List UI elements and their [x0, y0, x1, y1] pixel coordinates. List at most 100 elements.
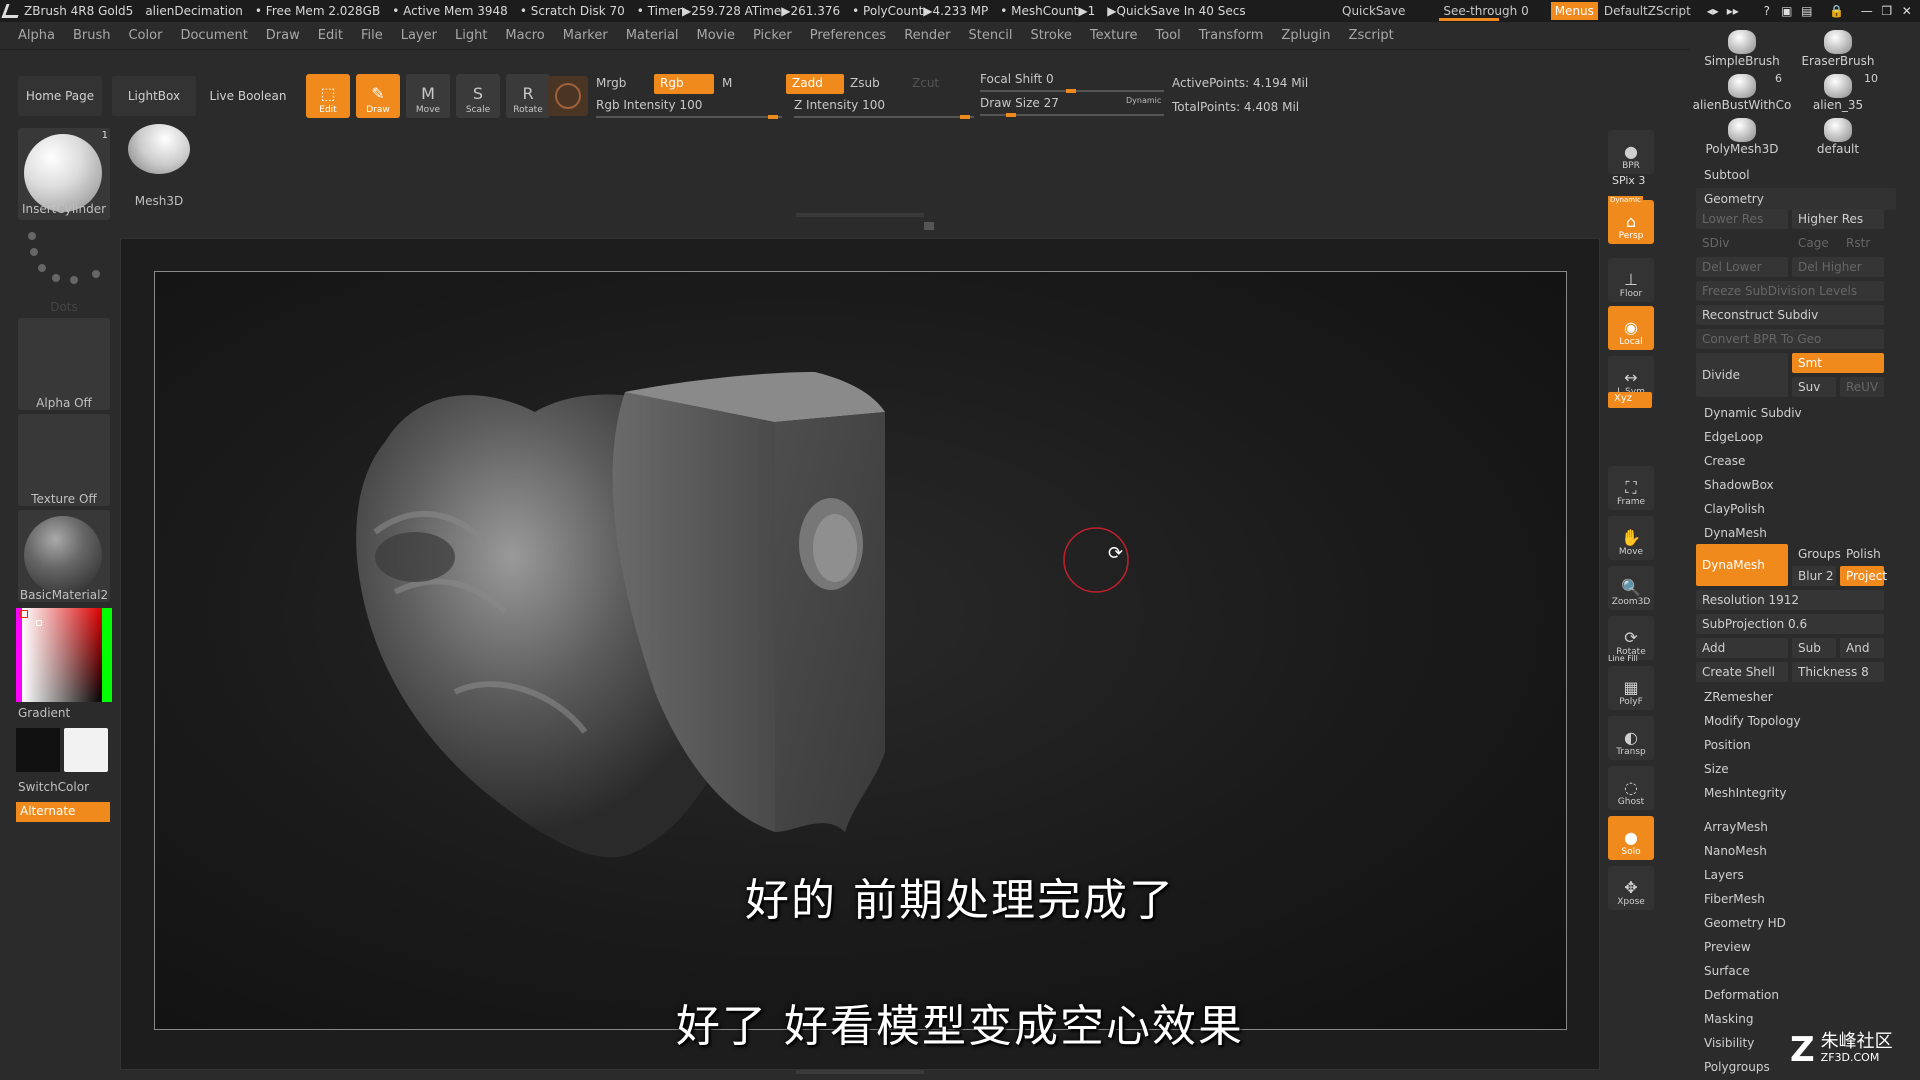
- subtool-thumbnail-2[interactable]: alienBustWithCo 6: [1693, 68, 1792, 112]
- add-button[interactable]: Add: [1696, 638, 1788, 658]
- menu-texture[interactable]: Texture: [1090, 28, 1138, 43]
- section-geometryhd[interactable]: Geometry HD: [1696, 912, 1896, 934]
- top-scroll-knob[interactable]: [924, 222, 934, 230]
- section-layers[interactable]: Layers: [1696, 864, 1896, 886]
- ghost-button[interactable]: ◌ Ghost: [1608, 766, 1654, 810]
- top-scroll-handle[interactable]: [796, 213, 924, 217]
- color-swatch-marker[interactable]: [20, 610, 28, 618]
- move-mode-button[interactable]: M Move: [406, 74, 450, 118]
- suv-toggle[interactable]: Suv: [1792, 377, 1836, 397]
- menu-tool[interactable]: Tool: [1155, 28, 1180, 43]
- size-section[interactable]: Size: [1696, 758, 1896, 780]
- menu-macro[interactable]: Macro: [505, 28, 544, 43]
- meshintegrity-section[interactable]: MeshIntegrity: [1696, 782, 1896, 804]
- del-higher-button[interactable]: Del Higher: [1792, 257, 1884, 277]
- menu-edit[interactable]: Edit: [318, 28, 343, 43]
- cage-button[interactable]: Cage: [1792, 233, 1836, 253]
- groups-toggle[interactable]: Groups: [1792, 544, 1841, 564]
- menu-draw[interactable]: Draw: [266, 28, 300, 43]
- z-intensity-slider[interactable]: Z Intensity 100: [794, 98, 885, 112]
- section-nanomesh[interactable]: NanoMesh: [1696, 840, 1896, 862]
- menu-preferences[interactable]: Preferences: [810, 28, 886, 43]
- layout-right-icon[interactable]: ▸▸: [1723, 4, 1743, 18]
- subtool-thumbnail-4[interactable]: PolyMesh3D: [1696, 112, 1788, 156]
- m-button[interactable]: M: [722, 76, 732, 90]
- menu-transform[interactable]: Transform: [1199, 28, 1264, 43]
- live-boolean-button[interactable]: Live Boolean: [206, 76, 290, 116]
- menu-marker[interactable]: Marker: [563, 28, 608, 43]
- modify-topology-section[interactable]: Modify Topology: [1696, 710, 1896, 732]
- zcut-button[interactable]: Zcut: [912, 76, 939, 90]
- menu-layer[interactable]: Layer: [401, 28, 437, 43]
- crease-section[interactable]: Crease: [1696, 450, 1896, 472]
- section-fibermesh[interactable]: FiberMesh: [1696, 888, 1896, 910]
- secondary-color-swatch[interactable]: [16, 728, 60, 772]
- polish-toggle[interactable]: Polish: [1840, 544, 1884, 564]
- edit-mode-button[interactable]: ⬚ Edit: [306, 74, 350, 118]
- section-masking[interactable]: Masking: [1696, 1008, 1896, 1030]
- mesh3d-thumbnail[interactable]: [124, 120, 194, 180]
- reuv-button[interactable]: ReUV: [1840, 377, 1884, 397]
- xyz-symmetry-button[interactable]: Xyz: [1608, 392, 1652, 408]
- mrgb-button[interactable]: Mrgb: [596, 76, 626, 90]
- and-button[interactable]: And: [1840, 638, 1884, 658]
- section-deformation[interactable]: Deformation: [1696, 984, 1896, 1006]
- dynamic-subdiv-section[interactable]: Dynamic Subdiv: [1696, 402, 1896, 424]
- menu-zscript[interactable]: Zscript: [1349, 28, 1394, 43]
- frame-button[interactable]: ⛶ Frame: [1608, 466, 1654, 510]
- menu-stencil[interactable]: Stencil: [968, 28, 1012, 43]
- rgb-button[interactable]: Rgb: [654, 74, 714, 94]
- local-button[interactable]: ◉ Local: [1608, 306, 1654, 350]
- move-button[interactable]: ✋ Move: [1608, 516, 1654, 560]
- section-surface[interactable]: Surface: [1696, 960, 1896, 982]
- layout-icon[interactable]: ▣: [1777, 4, 1797, 18]
- zadd-button[interactable]: Zadd: [786, 74, 844, 94]
- menu-document[interactable]: Document: [180, 28, 247, 43]
- see-through-slider[interactable]: See-through 0: [1439, 4, 1532, 21]
- draw-mode-button[interactable]: ✎ Draw: [356, 74, 400, 118]
- higher-res-button[interactable]: Higher Res: [1792, 209, 1884, 229]
- menu-render[interactable]: Render: [904, 28, 950, 43]
- divide-button[interactable]: Divide: [1696, 353, 1788, 397]
- dynamesh-section[interactable]: DynaMesh: [1696, 522, 1896, 544]
- spix-setting[interactable]: SPix 3: [1612, 174, 1645, 187]
- dynamesh-button[interactable]: DynaMesh: [1696, 544, 1788, 586]
- menu-movie[interactable]: Movie: [697, 28, 735, 43]
- convert-bpr-button[interactable]: Convert BPR To Geo: [1696, 329, 1884, 349]
- quicksave-button[interactable]: QuickSave: [1342, 4, 1405, 18]
- menu-file[interactable]: File: [361, 28, 383, 43]
- color-picker[interactable]: [16, 608, 112, 702]
- color-picker-cursor[interactable]: [36, 620, 42, 626]
- subtool-thumbnail-3[interactable]: alien_35 10: [1792, 68, 1884, 112]
- scale-mode-button[interactable]: S Scale: [456, 74, 500, 118]
- brush-preview[interactable]: [548, 76, 588, 116]
- lightbox-button[interactable]: LightBox: [112, 76, 196, 116]
- focal-shift-knob[interactable]: [1066, 89, 1076, 93]
- section-preview[interactable]: Preview: [1696, 936, 1896, 958]
- rgb-intensity-knob[interactable]: [768, 115, 778, 119]
- lock-icon[interactable]: 🔒: [1827, 4, 1847, 18]
- blur-slider[interactable]: Blur 2: [1792, 566, 1836, 586]
- zremesher-section[interactable]: ZRemesher: [1696, 686, 1896, 708]
- geometry-section[interactable]: Geometry: [1696, 188, 1896, 210]
- polyf-button[interactable]: ▦ PolyF: [1608, 666, 1654, 710]
- sub-button[interactable]: Sub: [1792, 638, 1836, 658]
- shadowbox-section[interactable]: ShadowBox: [1696, 474, 1896, 496]
- zsub-button[interactable]: Zsub: [850, 76, 880, 90]
- home-page-button[interactable]: Home Page: [18, 76, 102, 116]
- resolution-slider[interactable]: Resolution 1912: [1696, 590, 1884, 610]
- subprojection-slider[interactable]: SubProjection 0.6: [1696, 614, 1884, 634]
- subtool-thumbnail-5[interactable]: default: [1792, 112, 1884, 156]
- sdiv-slider[interactable]: SDiv: [1696, 233, 1788, 253]
- draw-size-slider[interactable]: Draw Size 27: [980, 96, 1059, 110]
- dynamic-toggle[interactable]: Dynamic: [1126, 96, 1161, 105]
- reconstruct-subdiv-button[interactable]: Reconstruct Subdiv: [1696, 305, 1884, 325]
- menu-material[interactable]: Material: [626, 28, 679, 43]
- thickness-slider[interactable]: Thickness 8: [1792, 662, 1884, 682]
- rotate-mode-button[interactable]: R Rotate: [506, 74, 550, 118]
- rstr-button[interactable]: Rstr: [1840, 233, 1884, 253]
- floor-button[interactable]: ⊥ Floor: [1608, 258, 1654, 302]
- ui-icon[interactable]: ▤: [1797, 4, 1817, 18]
- menu-light[interactable]: Light: [455, 28, 487, 43]
- dynamic-persp-toggle[interactable]: Dynamic: [1608, 196, 1643, 204]
